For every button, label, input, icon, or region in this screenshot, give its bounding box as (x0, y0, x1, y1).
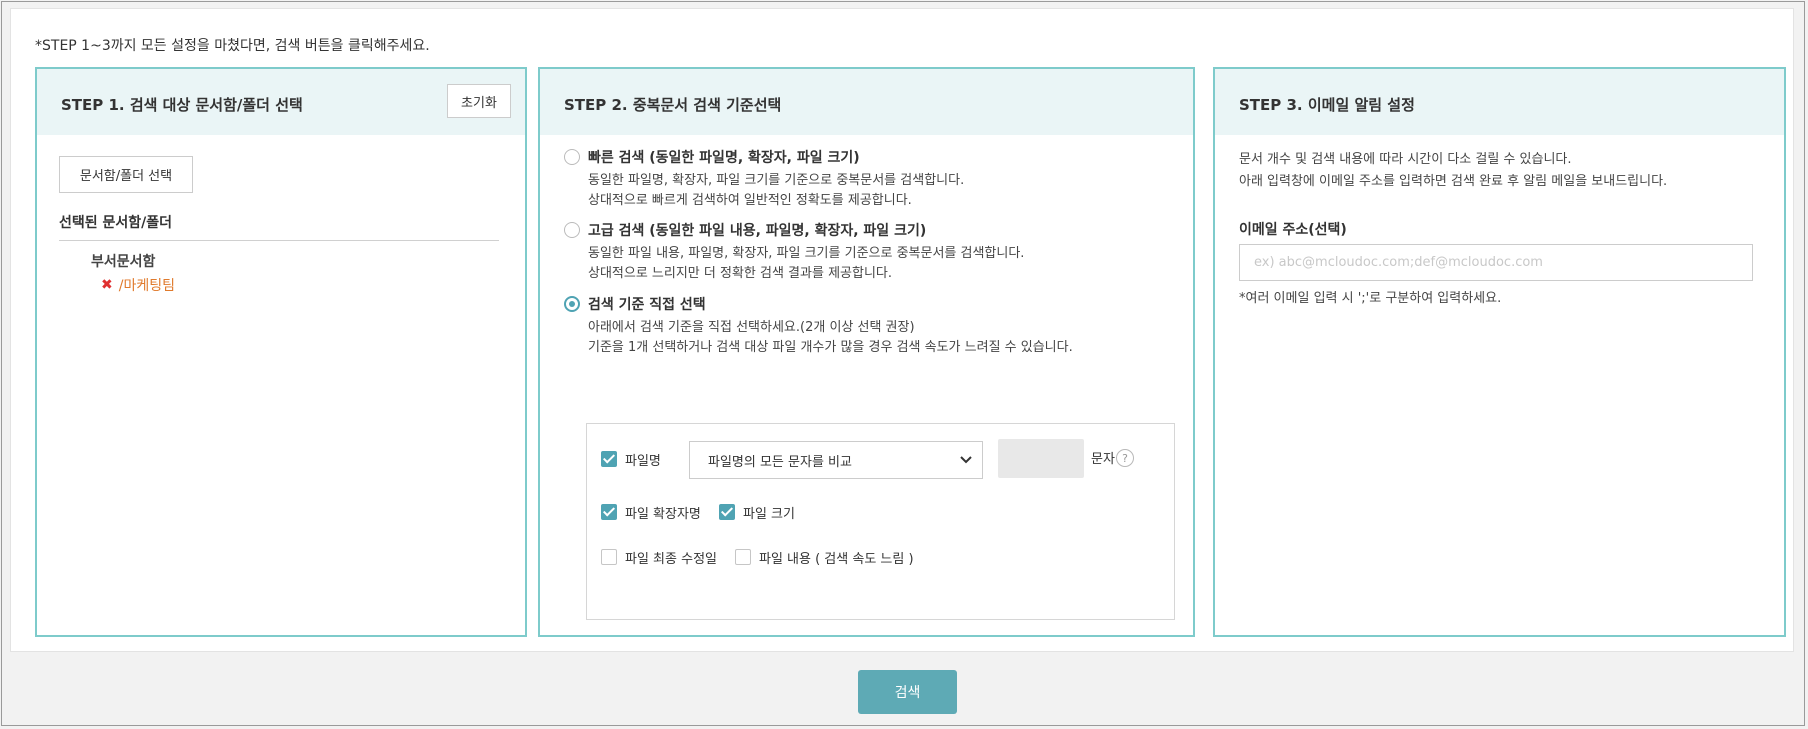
select-folder-button[interactable]: 문서함/폴더 선택 (59, 156, 193, 193)
step2-header: STEP 2. 중복문서 검색 기준선택 (540, 69, 1193, 135)
filename-checkbox[interactable] (601, 451, 617, 467)
filename-label: 파일명 (625, 454, 661, 469)
option-desc-line: 동일한 파일명, 확장자, 파일 크기를 기준으로 중복문서를 검색합니다. (588, 173, 965, 188)
divider (59, 240, 499, 241)
extension-checkbox[interactable] (601, 504, 617, 520)
option-desc-line: 상대적으로 느리지만 더 정확한 검색 결과를 제공합니다. (588, 266, 893, 281)
step1-title: STEP 1. 검색 대상 문서함/폴더 선택 (61, 96, 303, 114)
filesize-checkbox[interactable] (719, 504, 735, 520)
search-button[interactable]: 검색 (858, 670, 957, 714)
chevron-down-icon (960, 456, 972, 464)
reset-button[interactable]: 초기화 (447, 84, 511, 118)
settings-card: *STEP 1~3까지 모든 설정을 마쳤다면, 검색 버튼을 클릭해주세요. … (10, 8, 1794, 652)
step1-header: STEP 1. 검색 대상 문서함/폴더 선택 초기화 (37, 69, 525, 135)
modified-date-checkbox[interactable] (601, 549, 617, 565)
tree-child-item: ✖ /마케팅팀 (101, 275, 175, 295)
remove-icon[interactable]: ✖ (101, 277, 113, 293)
char-count-input[interactable] (998, 439, 1084, 478)
step3-desc-line: 문서 개수 및 검색 내용에 따라 시간이 다소 걸릴 수 있습니다. (1239, 152, 1572, 167)
step3-panel: STEP 3. 이메일 알림 설정 문서 개수 및 검색 내용에 따라 시간이 … (1213, 67, 1786, 637)
criteria-box: 파일명 파일명의 모든 문자를 비교 문자 ? 파일 확장자명 파일 크기 파일… (586, 423, 1175, 620)
char-unit-label: 문자 (1091, 452, 1115, 467)
option-desc-line: 아래에서 검색 기준을 직접 선택하세요.(2개 이상 선택 권장) (588, 320, 915, 335)
radio-advanced-search[interactable] (564, 222, 580, 238)
selected-folder-label: 선택된 문서함/폴더 (59, 215, 173, 231)
tree-child-label: /마케팅팀 (118, 278, 175, 294)
filename-mode-value: 파일명의 모든 문자를 비교 (708, 454, 852, 470)
radio-quick-search[interactable] (564, 149, 580, 165)
step3-desc: 문서 개수 및 검색 내용에 따라 시간이 다소 걸릴 수 있습니다. 아래 입… (1239, 149, 1667, 193)
file-content-checkbox[interactable] (735, 549, 751, 565)
modified-date-label: 파일 최종 수정일 (625, 552, 717, 567)
option-title: 검색 기준 직접 선택 (588, 297, 706, 313)
option-desc: 동일한 파일명, 확장자, 파일 크기를 기준으로 중복문서를 검색합니다. 상… (588, 171, 964, 211)
radio-custom-criteria[interactable] (564, 296, 580, 312)
step2-title: STEP 2. 중복문서 검색 기준선택 (564, 96, 782, 114)
step3-desc-line: 아래 입력창에 이메일 주소를 입력하면 검색 완료 후 알림 메일을 보내드립… (1239, 174, 1668, 189)
step3-header: STEP 3. 이메일 알림 설정 (1215, 69, 1784, 135)
extension-label: 파일 확장자명 (625, 507, 701, 522)
step3-title: STEP 3. 이메일 알림 설정 (1239, 96, 1415, 114)
help-icon[interactable]: ? (1116, 449, 1134, 467)
file-content-label: 파일 내용 ( 검색 속도 느림 ) (759, 552, 914, 567)
option-desc: 아래에서 검색 기준을 직접 선택하세요.(2개 이상 선택 권장) 기준을 1… (588, 318, 1073, 358)
option-desc: 동일한 파일 내용, 파일명, 확장자, 파일 크기를 기준으로 중복문서를 검… (588, 244, 1024, 284)
filename-mode-select[interactable]: 파일명의 모든 문자를 비교 (689, 441, 983, 479)
step1-panel: STEP 1. 검색 대상 문서함/폴더 선택 초기화 문서함/폴더 선택 선택… (35, 67, 527, 637)
option-title: 고급 검색 (동일한 파일 내용, 파일명, 확장자, 파일 크기) (588, 223, 927, 239)
email-help-text: *여러 이메일 입력 시 ';'로 구분하여 입력하세요. (1239, 291, 1502, 306)
step2-panel: STEP 2. 중복문서 검색 기준선택 빠른 검색 (동일한 파일명, 확장자… (538, 67, 1195, 637)
option-title: 빠른 검색 (동일한 파일명, 확장자, 파일 크기) (588, 150, 860, 166)
option-desc-line: 기준을 1개 선택하거나 검색 대상 파일 개수가 많을 경우 검색 속도가 느… (588, 340, 1073, 355)
tree-root-item: 부서문서함 (91, 254, 156, 270)
notice-text: *STEP 1~3까지 모든 설정을 마쳤다면, 검색 버튼을 클릭해주세요. (35, 38, 430, 54)
option-desc-line: 동일한 파일 내용, 파일명, 확장자, 파일 크기를 기준으로 중복문서를 검… (588, 246, 1025, 261)
filesize-label: 파일 크기 (743, 507, 795, 522)
email-input[interactable] (1239, 244, 1753, 281)
email-label: 이메일 주소(선택) (1239, 222, 1347, 238)
option-desc-line: 상대적으로 빠르게 검색하여 일반적인 정확도를 제공합니다. (588, 193, 912, 208)
